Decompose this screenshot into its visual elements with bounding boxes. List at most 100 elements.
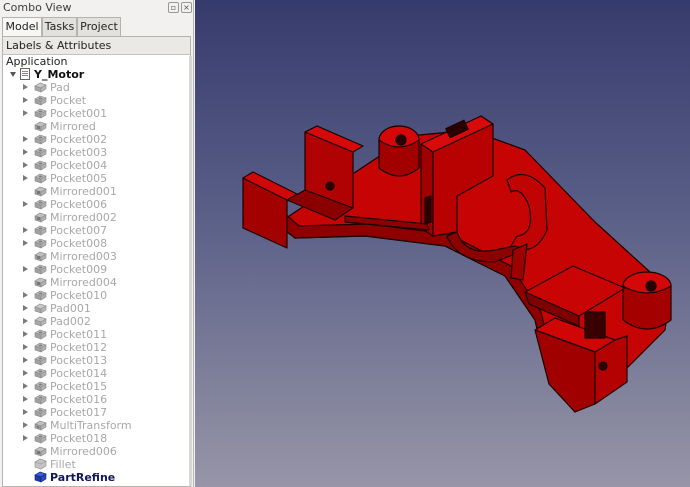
vertical-scrollbar[interactable] (189, 56, 192, 486)
expand-arrow-icon[interactable] (23, 110, 28, 116)
pad-icon (34, 302, 47, 314)
tree-item[interactable]: Fillet (3, 458, 188, 471)
pocket-icon (34, 159, 47, 171)
expand-arrow-icon[interactable] (10, 72, 16, 77)
expand-arrow-icon[interactable] (23, 292, 28, 298)
tree-item[interactable]: MultiTransform (3, 419, 188, 432)
tree-item[interactable]: Pocket014 (3, 367, 188, 380)
expand-arrow-icon[interactable] (23, 331, 28, 337)
tree-item-label: Mirrored (50, 120, 96, 133)
tree-item[interactable]: Pocket007 (3, 224, 188, 237)
tree-item[interactable]: Pad002 (3, 315, 188, 328)
pocket-icon (34, 198, 47, 210)
tree-item[interactable]: Pocket009 (3, 263, 188, 276)
tab-tasks[interactable]: Tasks (42, 17, 77, 36)
tree-item[interactable]: Pocket013 (3, 354, 188, 367)
3d-viewport[interactable] (195, 0, 690, 487)
expand-arrow-icon[interactable] (23, 97, 28, 103)
tree-item-document[interactable]: Y_Motor (3, 68, 188, 81)
tree-item[interactable]: Pocket011 (3, 328, 188, 341)
tree-item[interactable]: Pocket010 (3, 289, 188, 302)
tab-project[interactable]: Project (77, 17, 121, 36)
pocket-icon (34, 224, 47, 236)
tree-header[interactable]: Labels & Attributes (3, 37, 190, 55)
tree-item[interactable]: Pocket017 (3, 406, 188, 419)
expand-arrow-icon[interactable] (23, 201, 28, 207)
expand-arrow-icon[interactable] (23, 227, 28, 233)
tab-model[interactable]: Model (2, 17, 42, 37)
tree-item-label: Pocket017 (50, 406, 108, 419)
tree-item-label: Pocket001 (50, 107, 108, 120)
tree-item-label: Mirrored002 (50, 211, 117, 224)
tree-item[interactable]: Pocket002 (3, 133, 188, 146)
expand-arrow-icon[interactable] (23, 136, 28, 142)
tree-item[interactable]: Mirrored003 (3, 250, 188, 263)
expand-arrow-icon[interactable] (23, 344, 28, 350)
tree-item[interactable]: Pocket006 (3, 198, 188, 211)
tree-item-label: Fillet (50, 458, 76, 471)
close-icon[interactable]: × (181, 2, 192, 13)
tree-item[interactable]: Pocket (3, 94, 188, 107)
document-label: Y_Motor (34, 68, 85, 81)
tree-item-label: Pocket015 (50, 380, 108, 393)
pocket-icon (34, 263, 47, 275)
tree-item[interactable]: Mirrored006 (3, 445, 188, 458)
float-icon[interactable]: ▫ (168, 2, 179, 13)
mirrored-icon (34, 276, 47, 288)
tree-item[interactable]: Pad001 (3, 302, 188, 315)
mirrored-icon (34, 211, 47, 223)
right-pocket (584, 311, 606, 339)
boss-hole (395, 134, 407, 146)
tree-item-label: Mirrored001 (50, 185, 117, 198)
tree-item[interactable]: Pocket004 (3, 159, 188, 172)
expand-arrow-icon[interactable] (23, 175, 28, 181)
pocket-icon (34, 341, 47, 353)
tree-item[interactable]: Pocket003 (3, 146, 188, 159)
tree-item[interactable]: Mirrored004 (3, 276, 188, 289)
expand-arrow-icon[interactable] (23, 266, 28, 272)
tree-view[interactable]: Labels & Attributes Application Y_Motor … (2, 36, 191, 487)
pocket-icon (34, 107, 47, 119)
tree-item-label: Pad002 (50, 315, 91, 328)
expand-arrow-icon[interactable] (23, 149, 28, 155)
tree-item[interactable]: Pocket001 (3, 107, 188, 120)
tree-item[interactable]: Pocket005 (3, 172, 188, 185)
mirrored-icon (34, 250, 47, 262)
tree-item[interactable]: Pocket018 (3, 432, 188, 445)
expand-arrow-icon[interactable] (23, 370, 28, 376)
expand-arrow-icon[interactable] (23, 162, 28, 168)
expand-arrow-icon[interactable] (23, 383, 28, 389)
tree-item[interactable]: Mirrored001 (3, 185, 188, 198)
tree-item-label: Pocket003 (50, 146, 108, 159)
tower-slot-vertical (424, 195, 432, 225)
right-hole (598, 361, 608, 371)
expand-arrow-icon[interactable] (23, 240, 28, 246)
expand-arrow-icon[interactable] (23, 84, 28, 90)
tree-item-label: Pocket004 (50, 159, 108, 172)
expand-arrow-icon[interactable] (23, 357, 28, 363)
expand-arrow-icon[interactable] (23, 396, 28, 402)
pocket-icon (34, 237, 47, 249)
tree-item-label: Pocket018 (50, 432, 108, 445)
expand-arrow-icon[interactable] (23, 305, 28, 311)
tree-item-label: Pocket010 (50, 289, 108, 302)
expand-arrow-icon[interactable] (23, 435, 28, 441)
y-motor-model[interactable] (195, 0, 690, 487)
pad-icon (34, 315, 47, 327)
expand-arrow-icon[interactable] (23, 409, 28, 415)
panel-titlebar[interactable]: Combo View ▫ × (0, 0, 194, 17)
tree-item[interactable]: Mirrored (3, 120, 188, 133)
tree-item[interactable]: Pocket008 (3, 237, 188, 250)
tree-item[interactable]: Pocket016 (3, 393, 188, 406)
expand-arrow-icon[interactable] (23, 318, 28, 324)
tree-item[interactable]: Mirrored002 (3, 211, 188, 224)
multitransform-icon (34, 419, 47, 431)
tree-item[interactable]: Pocket015 (3, 380, 188, 393)
tree-item[interactable]: Pad (3, 81, 188, 94)
tree-item[interactable]: Pocket012 (3, 341, 188, 354)
pocket-icon (34, 328, 47, 340)
tree-item[interactable]: PartRefine (3, 471, 188, 484)
pocket-icon (34, 406, 47, 418)
expand-arrow-icon[interactable] (23, 422, 28, 428)
right-boss-side (622, 285, 672, 330)
